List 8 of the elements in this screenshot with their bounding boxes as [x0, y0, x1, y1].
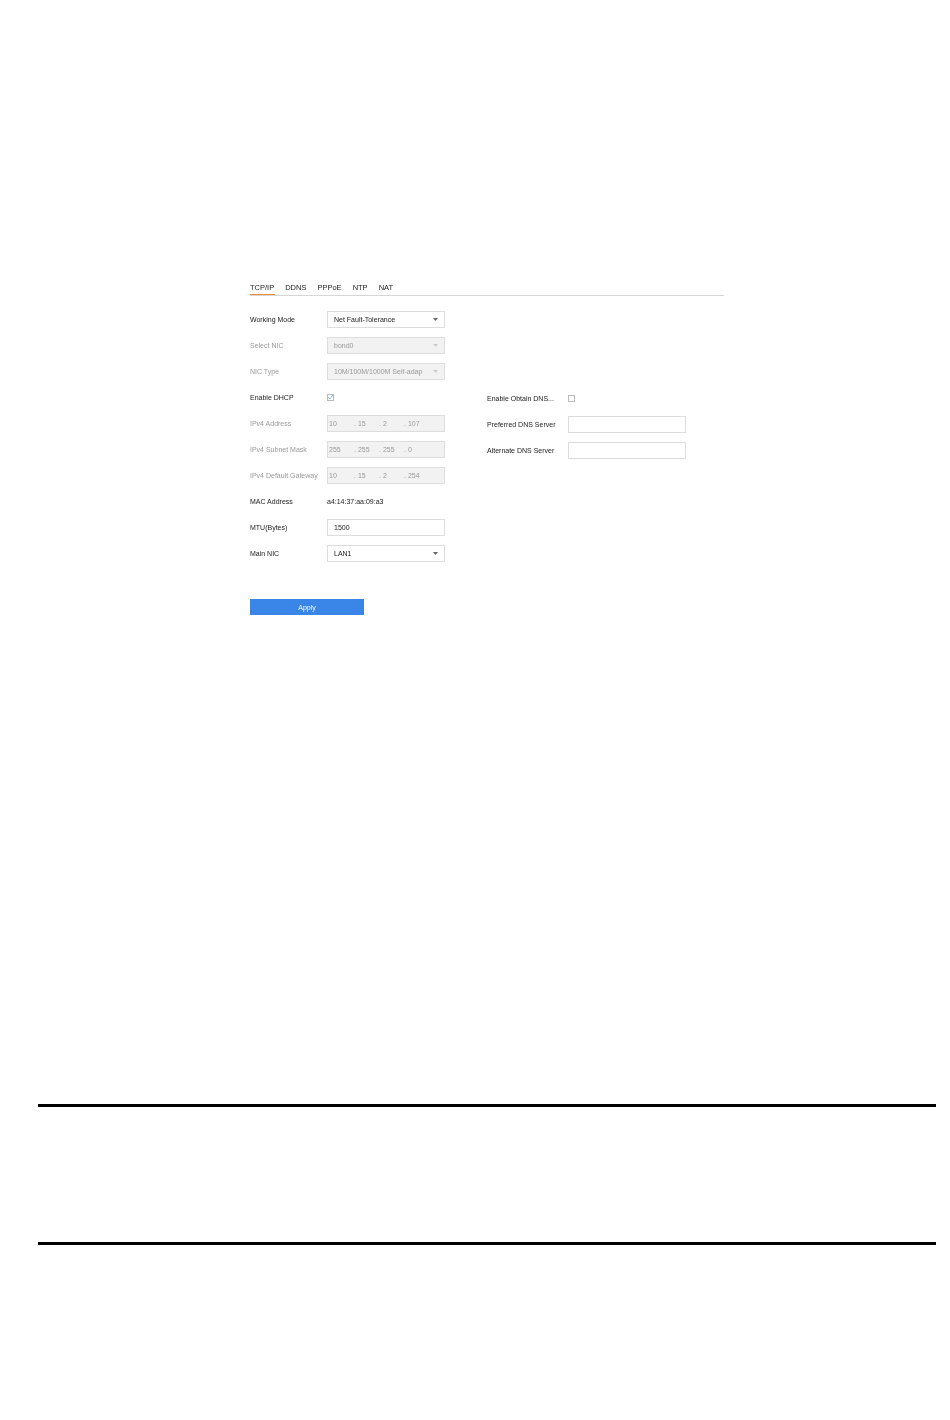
input-field[interactable] [568, 441, 686, 459]
checkbox[interactable] [568, 394, 575, 402]
caret-icon [433, 343, 438, 347]
caret-icon [433, 317, 438, 321]
checkbox[interactable] [327, 393, 334, 401]
input-field[interactable] [568, 415, 686, 433]
caret-icon [433, 551, 438, 555]
caret-icon [433, 369, 438, 373]
